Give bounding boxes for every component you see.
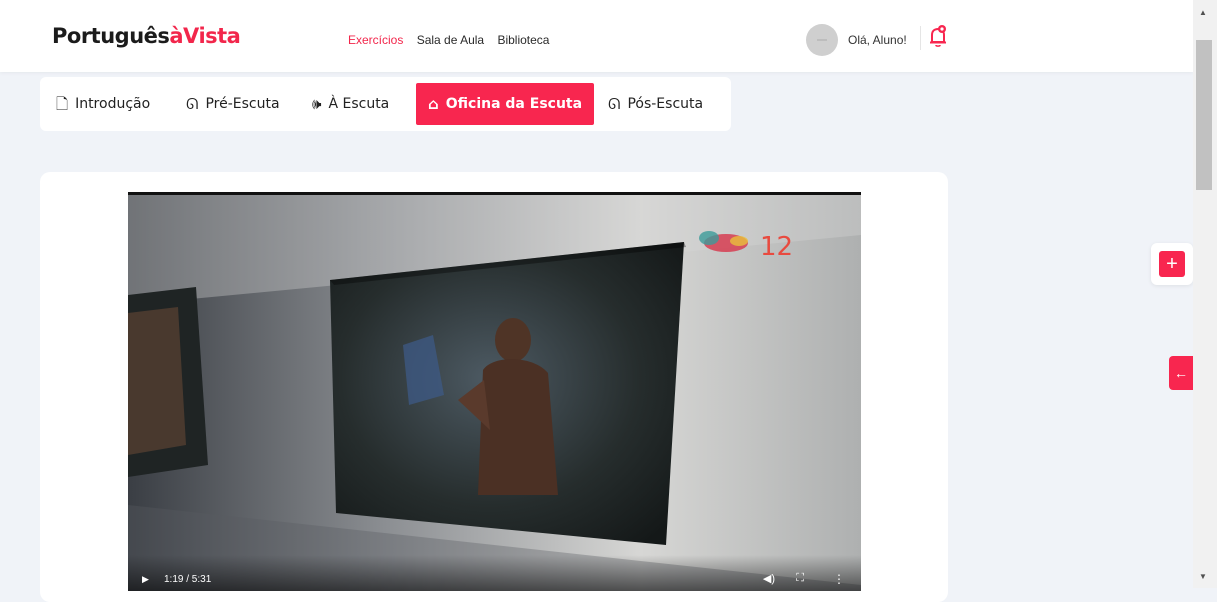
avatar[interactable] — [806, 24, 838, 56]
plus-icon: + — [1166, 253, 1178, 275]
tab-pre-escuta[interactable]: ᘏ Pré-Escuta — [186, 83, 280, 125]
nav-sala-de-aula[interactable]: Sala de Aula — [417, 33, 484, 47]
tab-label: Pós-Escuta — [627, 96, 704, 112]
scrollbar-thumb[interactable] — [1196, 40, 1212, 190]
fullscreen-icon[interactable]: ⛶ — [796, 572, 804, 585]
tab-label: Introdução — [75, 96, 151, 112]
home-icon: ⌂ — [428, 94, 439, 113]
brand-logo[interactable]: PortuguêsàVista — [52, 24, 241, 48]
document-icon: 🗋 — [56, 94, 69, 113]
main-nav: Exercícios Sala de Aula Biblioteca — [348, 33, 559, 47]
tab-label: Pré-Escuta — [205, 96, 280, 112]
tab-pos-escuta[interactable]: ᘏ Pós-Escuta — [608, 83, 703, 125]
scroll-up-arrow-icon[interactable]: ▲ — [1199, 8, 1207, 17]
tab-oficina-da-escuta[interactable]: ⌂ Oficina da Escuta — [416, 83, 594, 125]
tab-a-escuta[interactable]: 🕪 À Escuta — [312, 83, 389, 125]
speaker-icon: 🕪 — [312, 94, 322, 113]
logo-text-part1: Português — [52, 24, 170, 48]
back-button[interactable]: ← — [1169, 356, 1193, 390]
add-button-container: + — [1151, 243, 1193, 285]
hearing-icon: ᘏ — [608, 94, 621, 113]
exercise-tabs: 🗋 Introdução ᘏ Pré-Escuta 🕪 À Escuta ⌂ Ofici… — [40, 77, 731, 131]
logo-text-part2: àVista — [169, 24, 241, 48]
more-options-icon[interactable]: ⋮ — [833, 572, 845, 586]
play-icon[interactable]: ▶ — [142, 574, 149, 585]
nav-exercicios[interactable]: Exercícios — [348, 33, 403, 47]
top-header: PortuguêsàVista Exercícios Sala de Aula … — [0, 0, 1193, 72]
volume-icon[interactable]: ◀) — [763, 572, 775, 585]
tab-label: Oficina da Escuta — [445, 96, 583, 112]
tab-label: À Escuta — [328, 96, 390, 112]
user-greeting: Olá, Aluno! — [848, 33, 907, 47]
video-controls: ▶ 1:19 / 5:31 ◀) ⛶ ⋮ — [128, 555, 861, 591]
arrow-left-icon: ← — [1174, 365, 1188, 381]
add-button[interactable]: + — [1159, 251, 1185, 277]
notification-bell-icon[interactable] — [928, 24, 948, 48]
nav-biblioteca[interactable]: Biblioteca — [497, 33, 549, 47]
video-player[interactable]: 12 ▶ 1:19 / 5:31 ◀) ⛶ ⋮ — [128, 192, 861, 591]
video-time: 1:19 / 5:31 — [164, 574, 212, 585]
ear-icon: ᘏ — [186, 94, 199, 113]
avatar-placeholder-icon — [817, 39, 827, 41]
scroll-down-arrow-icon[interactable]: ▼ — [1199, 572, 1207, 581]
header-divider — [920, 26, 921, 50]
video-frame: 12 — [128, 195, 861, 591]
watermark-number: 12 — [760, 232, 793, 262]
tab-introducao[interactable]: 🗋 Introdução — [56, 83, 150, 125]
